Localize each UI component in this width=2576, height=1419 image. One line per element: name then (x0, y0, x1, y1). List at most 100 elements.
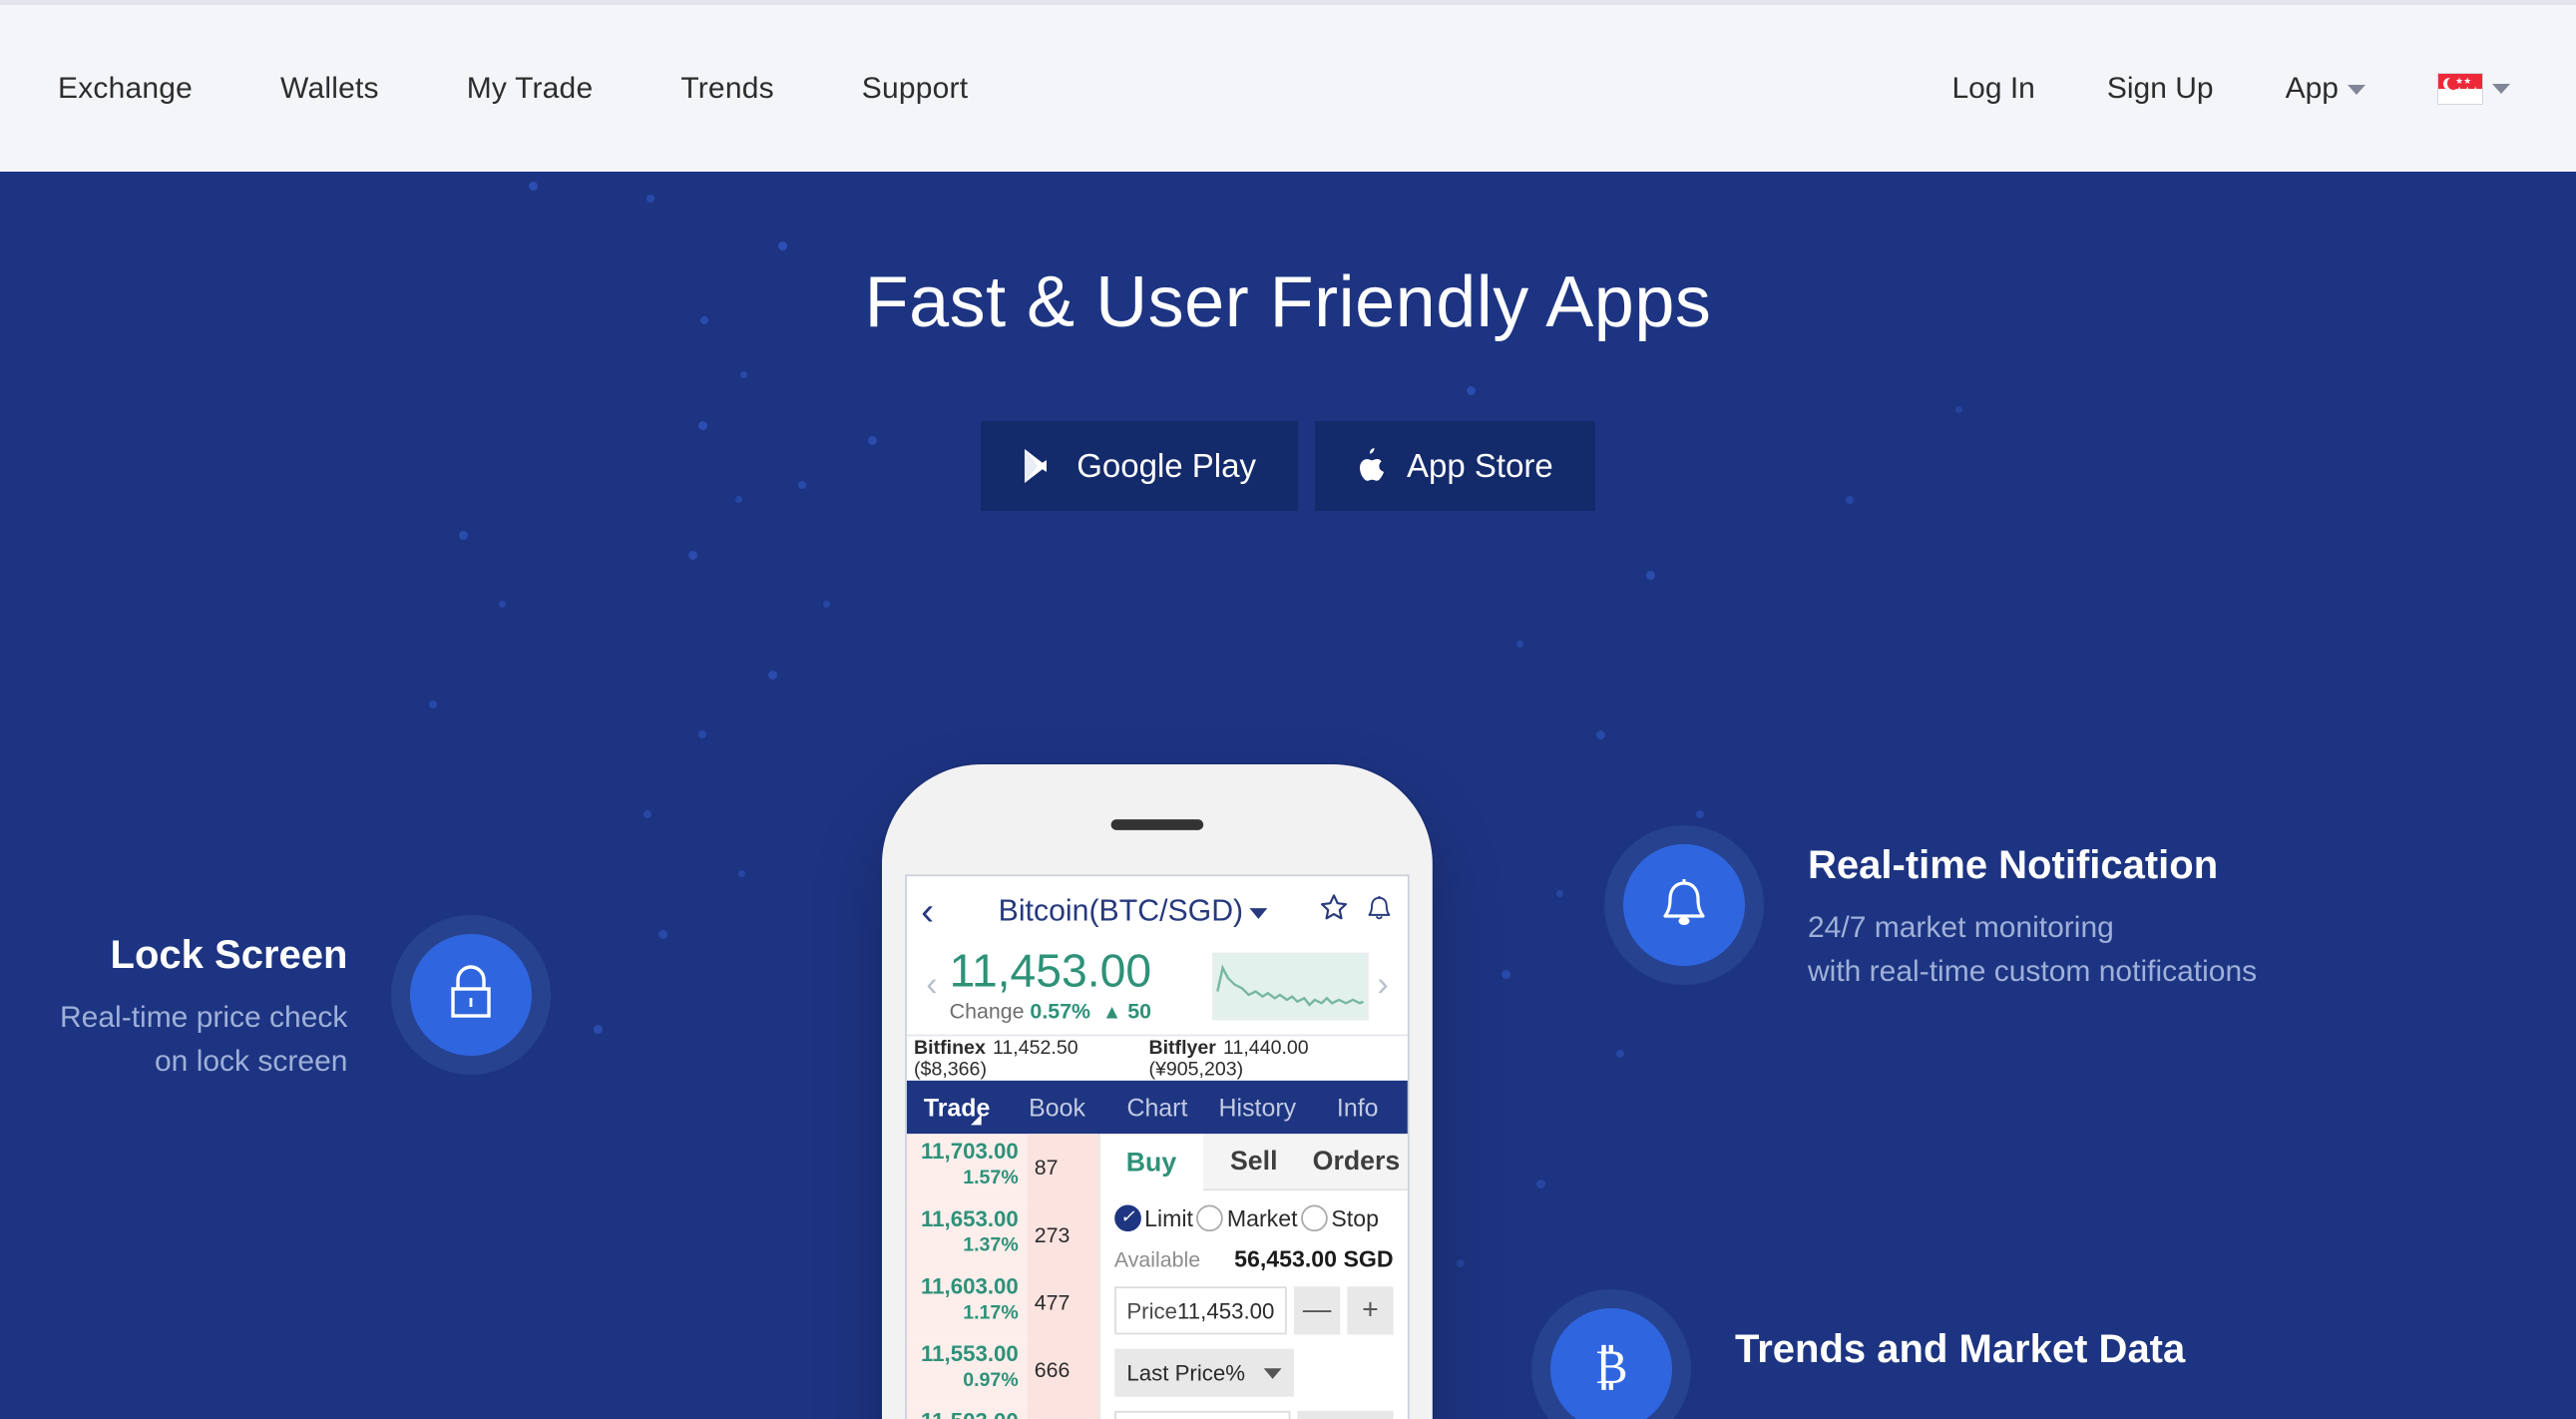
bell-icon[interactable] (1365, 892, 1393, 931)
avail-select[interactable]: Avail (1297, 1411, 1394, 1419)
pair-name[interactable]: Bitcoin(BTC/SGD) (964, 894, 1303, 930)
tab-orders[interactable]: Orders (1305, 1134, 1408, 1191)
feature-lock-icon-wrap (391, 915, 552, 1075)
change-absolute: 50 (1127, 999, 1152, 1025)
feature-trends: ₿ Trends and Market Data (1531, 1289, 2185, 1419)
amount-input[interactable]: Amount 0 (1113, 1411, 1291, 1419)
nav-item-my-trade[interactable]: My Trade (467, 72, 594, 106)
trade-form: Limit Market Stop Available 56,453.00 SG… (1100, 1191, 1408, 1419)
orderbook-row[interactable]: 11,553.00 0.97% 666 (906, 1336, 1098, 1405)
feature-notification-text: Real-time Notification 24/7 market monit… (1808, 825, 2257, 993)
feature-trends-icon-wrap: ₿ (1531, 1289, 1691, 1419)
orderbook-qty: 1,306 (1027, 1404, 1098, 1419)
orderbook-row[interactable]: 11,653.00 1.37% 273 (906, 1201, 1098, 1270)
exchange-bitflyer-name: Bitflyer (1148, 1037, 1216, 1060)
feature-lock-screen: Lock Screen Real-time price check on loc… (60, 915, 552, 1083)
nav-item-wallets[interactable]: Wallets (280, 72, 379, 106)
feature-trends-text: Trends and Market Data (1735, 1289, 2185, 1372)
bitcoin-icon: ₿ (1585, 1336, 1637, 1403)
hero-title: Fast & User Friendly Apps (864, 262, 1712, 342)
tab-buy[interactable]: Buy (1099, 1134, 1203, 1191)
app-dropdown-label: App (2285, 71, 2339, 105)
top-navbar: Exchange Wallets My Trade Trends Support… (0, 0, 2576, 172)
bell-icon (1656, 872, 1712, 939)
app-store-button[interactable]: App Store (1315, 421, 1595, 511)
price-mode-select[interactable]: Last Price% (1113, 1349, 1294, 1398)
exchange-bitflyer: Bitflyer 11,440.00 (¥905,203) (1148, 1038, 1400, 1081)
feature-notification: Real-time Notification 24/7 market monit… (1604, 825, 2257, 993)
feature-notification-line2: with real-time custom notifications (1808, 954, 2258, 988)
price-decrement-button[interactable]: — (1293, 1286, 1341, 1335)
last-price: 11,453.00 (949, 943, 1152, 998)
available-label: Available (1113, 1247, 1201, 1273)
app-dropdown[interactable]: App (2286, 72, 2365, 106)
tab-history[interactable]: History (1207, 1094, 1307, 1122)
nav-item-support[interactable]: Support (862, 72, 968, 106)
nav-item-exchange[interactable]: Exchange (58, 72, 193, 106)
orderbook-row[interactable]: 11,703.00 1.57% 87 (906, 1134, 1098, 1202)
price-mode-label: Last Price% (1126, 1360, 1246, 1386)
tab-book[interactable]: Book (1007, 1094, 1106, 1122)
available-value: 56,453.00 SGD (1234, 1245, 1394, 1273)
language-selector[interactable]: ★★ ★★★ (2437, 72, 2510, 105)
price-change: Change 0.57% ▲ 50 (950, 999, 1212, 1024)
orderbook-change: 1.57% (963, 1167, 1019, 1189)
orderbook-price: 11,653.00 (920, 1206, 1019, 1232)
tab-chart[interactable]: Chart (1107, 1094, 1207, 1122)
order-type-radios: Limit Market Stop (1113, 1204, 1394, 1232)
price-input-value: 11,453.00 (1177, 1298, 1275, 1324)
orderbook-qty: 666 (1027, 1336, 1098, 1405)
chevron-down-icon (1250, 907, 1269, 918)
pair-name-label: Bitcoin(BTC/SGD) (998, 893, 1244, 928)
tab-trade[interactable]: Trade (907, 1094, 1007, 1126)
nav-item-trends[interactable]: Trends (680, 72, 773, 106)
sparkline-chart[interactable] (1212, 952, 1369, 1020)
orderbook-change: 1.17% (963, 1302, 1019, 1324)
orderbook-price: 11,503.00 (910, 1410, 1019, 1419)
feature-trends-title: Trends and Market Data (1735, 1327, 2186, 1371)
orderbook: 11,703.00 1.57% 87 11,653.00 1.37% 273 11,… (906, 1134, 1100, 1419)
tab-sell[interactable]: Sell (1202, 1134, 1306, 1191)
google-play-button[interactable]: Google Play (981, 421, 1298, 511)
lock-icon (442, 962, 500, 1029)
radio-limit[interactable]: Limit (1113, 1204, 1193, 1232)
radio-market[interactable]: Market (1196, 1204, 1298, 1232)
tab-info[interactable]: Info (1308, 1094, 1408, 1122)
price-row: ‹ 11,453.00 Change 0.57% ▲ 50 › (907, 943, 1408, 1035)
prev-pair-icon[interactable]: ‹ (918, 966, 946, 1005)
orderbook-change: 0.97% (963, 1369, 1019, 1392)
orderbook-row[interactable]: 11,603.00 1.17% 477 (906, 1269, 1098, 1337)
apple-icon (1357, 447, 1387, 485)
star-icon[interactable] (1319, 892, 1349, 931)
price-input[interactable]: Price 11,453.00 (1113, 1286, 1287, 1335)
radio-stop-label: Stop (1331, 1204, 1379, 1232)
price-increment-button[interactable]: + (1347, 1286, 1394, 1335)
up-arrow-icon: ▲ (1101, 1003, 1122, 1025)
radio-unchecked-icon (1196, 1204, 1224, 1232)
feature-lock-subtitle: Real-time price check on lock screen (60, 996, 347, 1083)
orderbook-row[interactable]: 11,503.000.77% 1,306 (906, 1404, 1098, 1419)
orderbook-price: 11,703.00 (920, 1140, 1019, 1166)
exchange-bitfinex-name: Bitfinex (914, 1037, 986, 1060)
signup-link[interactable]: Sign Up (2107, 72, 2214, 106)
orderbook-qty: 273 (1027, 1201, 1098, 1270)
price-input-label: Price (1126, 1298, 1178, 1324)
phone-body: 11,703.00 1.57% 87 11,653.00 1.37% 273 11,… (906, 1134, 1408, 1419)
orderbook-qty: 477 (1027, 1269, 1098, 1337)
login-link[interactable]: Log In (1951, 72, 2034, 106)
available-balance: Available 56,453.00 SGD (1114, 1246, 1394, 1273)
feature-notification-icon-wrap (1604, 825, 1764, 985)
hero-section: Fast & User Friendly Apps Google Play Ap… (0, 172, 2576, 1419)
radio-stop[interactable]: Stop (1301, 1204, 1379, 1232)
phone-screen: ‹ Bitcoin(BTC/SGD) ‹ 11,453.00 Change 0.… (905, 874, 1410, 1419)
radio-market-label: Market (1226, 1204, 1298, 1232)
next-pair-icon[interactable]: › (1369, 966, 1397, 1005)
orderbook-price: 11,553.00 (920, 1342, 1019, 1367)
chevron-left-icon[interactable]: ‹ (921, 891, 964, 931)
feature-notification-title: Real-time Notification (1808, 843, 2219, 887)
feature-lock-line1: Real-time price check (60, 1001, 348, 1034)
orderbook-change: 1.37% (963, 1234, 1019, 1256)
chevron-down-icon (2348, 84, 2365, 95)
orderbook-price: 11,603.00 (920, 1274, 1019, 1300)
amount-field-row: Amount 0 Avail (1113, 1411, 1394, 1419)
